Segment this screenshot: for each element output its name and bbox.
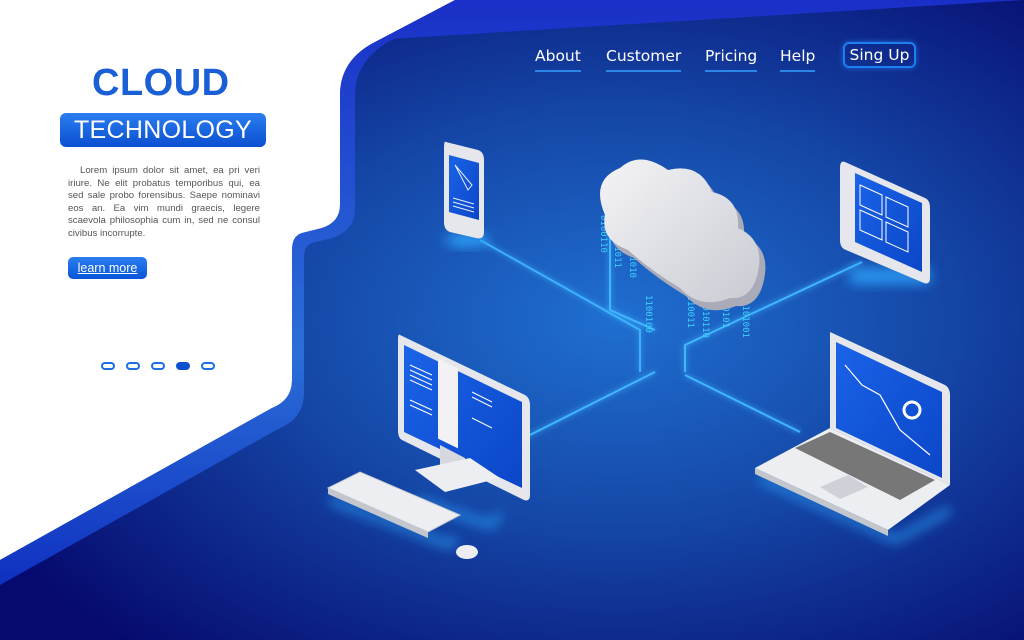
carousel-dot-2[interactable] — [126, 362, 140, 370]
smartphone-icon — [444, 141, 489, 246]
svg-text:1100100: 1100100 — [643, 295, 653, 333]
nav-pricing[interactable]: Pricing — [705, 44, 758, 72]
nav-help[interactable]: Help — [780, 44, 816, 72]
hero-description: Lorem ipsum dolor sit amet, ea pri veri … — [68, 165, 260, 239]
carousel-dot-5[interactable] — [201, 362, 215, 370]
learn-more-button[interactable]: learn more — [68, 257, 147, 279]
nav-about[interactable]: About — [535, 44, 581, 72]
carousel-dot-4-active[interactable] — [176, 362, 190, 370]
carousel-dot-1[interactable] — [101, 362, 115, 370]
mouse-icon — [456, 545, 478, 559]
nav-customer[interactable]: Customer — [606, 44, 682, 72]
carousel-indicators — [101, 362, 215, 370]
hero-subtitle-badge: TECHNOLOGY — [60, 113, 266, 147]
signup-button[interactable]: Sing Up — [843, 42, 916, 68]
carousel-dot-3[interactable] — [151, 362, 165, 370]
landing-page: 0100110 1001011 0011010 1100100 0110011 … — [0, 0, 1024, 640]
